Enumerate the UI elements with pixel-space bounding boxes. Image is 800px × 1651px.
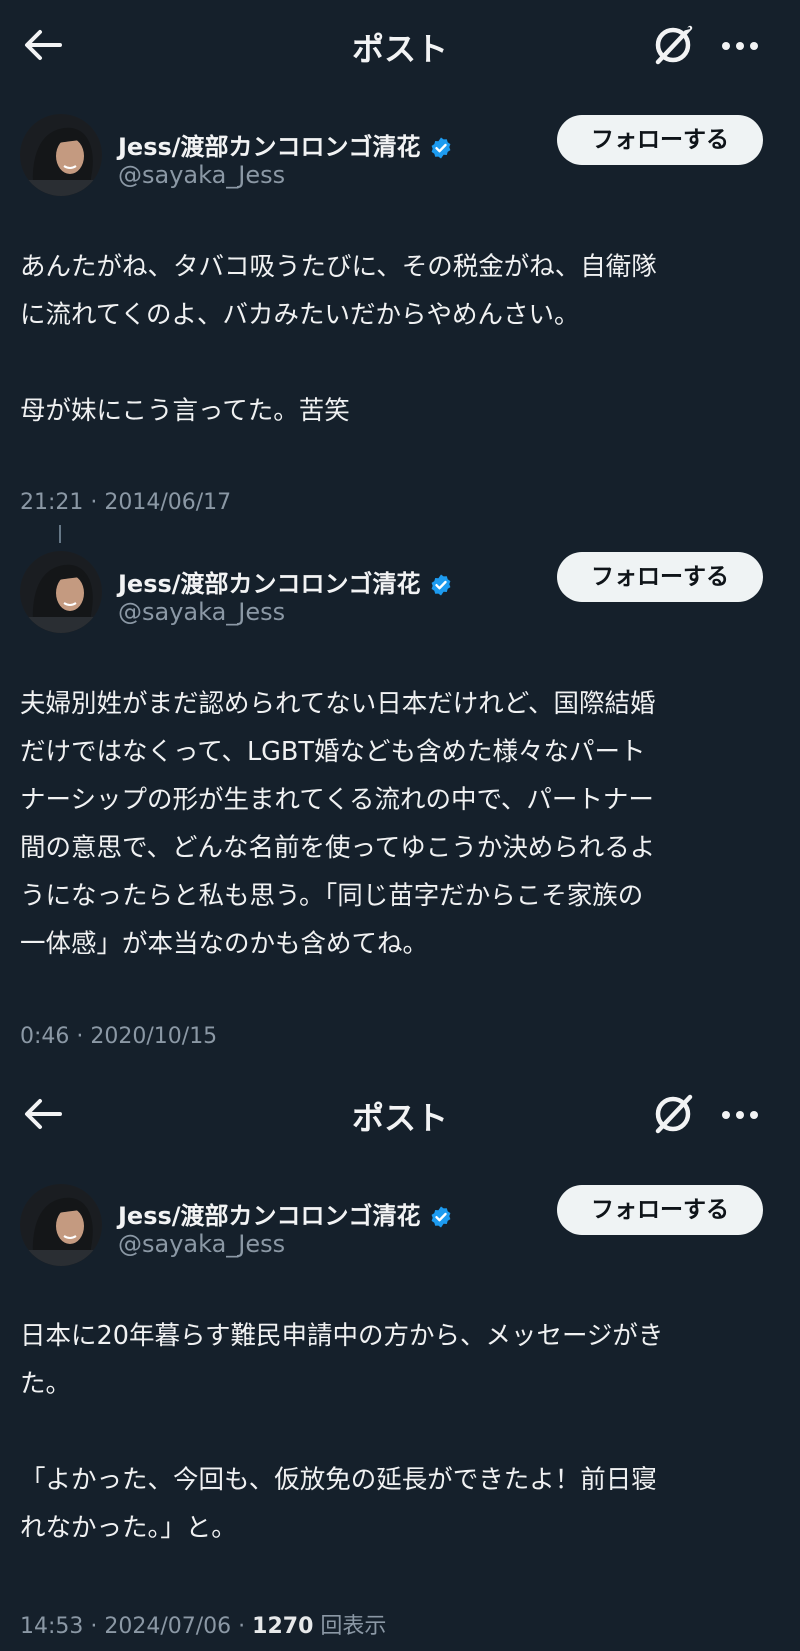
post-meta: 14:53 · 2024/07/06 · 1270 回表示 [20, 1608, 386, 1640]
views-count: 1270 [252, 1614, 314, 1639]
post-text: あんたがね、タバコ吸うたびに、その税金がね、自衛隊 に流れてくのよ、バカみたいだ… [20, 252, 657, 426]
follow-button[interactable]: フォローする [557, 1185, 763, 1235]
more-icon[interactable] [718, 26, 762, 66]
avatar[interactable] [20, 1184, 102, 1266]
avatar[interactable] [20, 551, 102, 633]
top-app-bar: ポスト [0, 1069, 800, 1159]
post-timestamp[interactable]: 0:46 · 2020/10/15 [20, 1024, 217, 1049]
post-text: 夫婦別姓がまだ認められてない日本だけれど、国際結婚 だけではなくって、LGBT婚… [20, 689, 656, 959]
thread-connector [59, 525, 61, 543]
grok-icon[interactable] [652, 22, 696, 68]
follow-button[interactable]: フォローする [557, 552, 763, 602]
verified-badge-icon [429, 1205, 453, 1229]
post-timestamp[interactable]: 14:53 · 2024/07/06 · [20, 1614, 252, 1639]
follow-button[interactable]: フォローする [557, 115, 763, 165]
verified-badge-icon [429, 573, 453, 597]
author-name[interactable]: Jess/渡部カンコロンゴ清花 [118, 127, 453, 162]
author-handle[interactable]: @sayaka_Jess [118, 1230, 285, 1258]
author-name[interactable]: Jess/渡部カンコロンゴ清花 [118, 564, 453, 599]
author-handle[interactable]: @sayaka_Jess [118, 598, 285, 626]
views-label: 回表示 [320, 1614, 387, 1639]
top-app-bar: ポスト [0, 0, 800, 90]
post-text: 日本に20年暮らす難民申請中の方から、メッセージがき た。 「よかった、今回も、… [20, 1321, 664, 1543]
grok-icon[interactable] [652, 1091, 696, 1137]
avatar[interactable] [20, 114, 102, 196]
author-name[interactable]: Jess/渡部カンコロンゴ清花 [118, 1196, 453, 1231]
verified-badge-icon [429, 136, 453, 160]
author-handle[interactable]: @sayaka_Jess [118, 161, 285, 189]
post-timestamp[interactable]: 21:21 · 2014/06/17 [20, 490, 231, 515]
more-icon[interactable] [718, 1095, 762, 1135]
